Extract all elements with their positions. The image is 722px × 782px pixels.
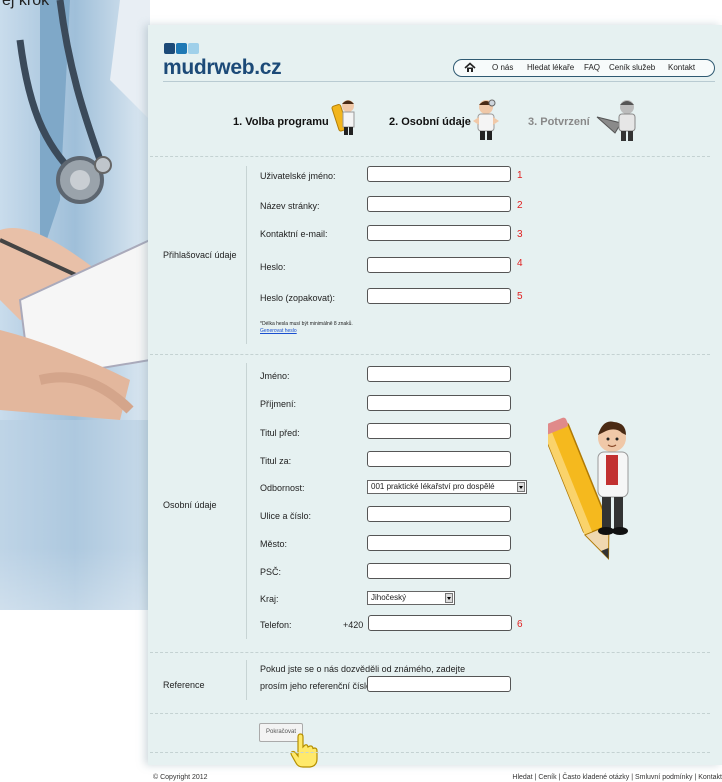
reference-text-line2: prosím jeho referenční číslo: <box>260 681 374 691</box>
divider-bottom <box>150 752 710 753</box>
region-select-value: Jihočeský <box>371 593 407 602</box>
field-number-4: 4 <box>517 258 523 269</box>
email-label: Kontaktní e-mail: <box>260 229 328 239</box>
generate-password-link[interactable]: Generovat heslo <box>260 328 297 334</box>
phone-label: Telefon: <box>260 620 292 630</box>
divider-steps <box>150 156 710 157</box>
field-number-3: 3 <box>517 229 523 240</box>
zip-label: PSČ: <box>260 567 282 577</box>
corner-text: ej krok <box>2 0 50 9</box>
email-input[interactable] <box>367 225 511 241</box>
field-number-2: 2 <box>517 200 523 211</box>
step-2-label: 2. Osobní údaje <box>389 116 471 128</box>
copyright-text: © Copyright 2012 <box>153 774 208 781</box>
city-input[interactable] <box>367 535 511 551</box>
last-name-label: Příjmení: <box>260 399 297 409</box>
first-name-input[interactable] <box>367 366 511 382</box>
city-label: Město: <box>260 539 288 549</box>
region-select[interactable]: Jihočeský <box>367 591 455 605</box>
title-after-input[interactable] <box>367 451 511 467</box>
top-navigation: O nás Hledat lékaře FAQ Ceník služeb Kon… <box>453 59 715 77</box>
reference-text-line1: Pokud jste se o nás dozvěděli od známého… <box>260 664 466 674</box>
header-divider <box>163 81 715 82</box>
specialty-select-value: 001 praktické lékařství pro dospělé <box>371 482 495 491</box>
first-name-label: Jméno: <box>260 371 290 381</box>
logo-square-3 <box>188 43 199 54</box>
home-icon[interactable] <box>464 62 476 73</box>
phone-input[interactable] <box>368 615 512 631</box>
doctor-with-pencil-illustration <box>548 417 629 561</box>
password-input[interactable] <box>367 257 511 273</box>
last-name-input[interactable] <box>367 395 511 411</box>
site-name-input[interactable] <box>367 196 511 212</box>
logo-square-2 <box>176 43 187 54</box>
field-number-5: 5 <box>517 291 523 302</box>
reference-section-label: Reference <box>163 680 205 690</box>
nav-contact[interactable]: Kontakt <box>668 63 695 72</box>
site-logo[interactable]: mudrweb.cz <box>163 56 282 80</box>
personal-section-label: Osobní údaje <box>163 500 217 510</box>
logo-square-1 <box>164 43 175 54</box>
phone-prefix: +420 <box>343 620 364 630</box>
region-label: Kraj: <box>260 594 279 604</box>
field-number-6: 6 <box>517 619 523 630</box>
personal-section-line <box>246 363 247 639</box>
nav-faq[interactable]: FAQ <box>584 63 600 72</box>
title-before-input[interactable] <box>367 423 511 439</box>
step-3-label: 3. Potvrzení <box>528 116 590 128</box>
title-before-label: Titul před: <box>260 428 300 438</box>
nav-find-doctor[interactable]: Hledat lékaře <box>527 63 574 72</box>
specialty-select[interactable]: 001 praktické lékařství pro dospělé <box>367 480 527 494</box>
doctor-megaphone-grey-icon <box>596 100 636 141</box>
street-input[interactable] <box>367 506 511 522</box>
username-input[interactable] <box>367 166 511 182</box>
divider-login <box>150 354 710 355</box>
field-number-1: 1 <box>517 170 523 181</box>
nav-about[interactable]: O nás <box>492 63 513 72</box>
zip-input[interactable] <box>367 563 511 579</box>
street-label: Ulice a číslo: <box>260 511 312 521</box>
username-label: Uživatelské jméno: <box>260 171 336 181</box>
site-name-label: Název stránky: <box>260 201 320 211</box>
divider-personal <box>150 652 710 653</box>
title-after-label: Titul za: <box>260 456 292 466</box>
pencil-doctor-small-icon <box>331 100 355 135</box>
reference-section-line <box>246 660 247 700</box>
password-repeat-input[interactable] <box>367 288 511 304</box>
password-length-note: *Délka hesla musí být minimálně 8 znaků. <box>260 321 353 327</box>
reference-input[interactable] <box>367 676 511 692</box>
password-label: Heslo: <box>260 262 286 272</box>
specialty-label: Odbornost: <box>260 483 305 493</box>
login-section-label: Přihlašovací údaje <box>163 250 237 260</box>
doctor-small-icon <box>473 99 499 140</box>
hand-cursor-icon <box>290 733 318 768</box>
step-1-label: 1. Volba programu <box>233 116 329 128</box>
login-section-line <box>246 166 247 344</box>
footer-links[interactable]: Hledat | Ceník | Často kladené otázky | … <box>512 774 722 781</box>
password-repeat-label: Heslo (zopakovat): <box>260 293 336 303</box>
chevron-down-icon <box>517 482 525 492</box>
nav-pricing[interactable]: Ceník služeb <box>609 63 655 72</box>
divider-reference <box>150 713 710 714</box>
chevron-down-icon <box>445 593 453 603</box>
